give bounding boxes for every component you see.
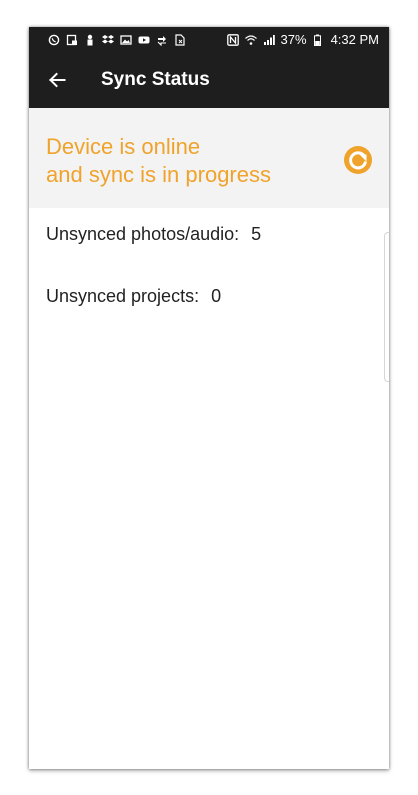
phone-frame: 37% 4:32 PM Sync Status Device is online… — [29, 27, 389, 769]
sync-arrows-icon — [156, 34, 168, 46]
battery-icon — [313, 34, 325, 46]
sync-status-message: Device is online and sync is in progress — [46, 133, 271, 189]
refresh-icon[interactable] — [343, 145, 373, 175]
unsynced-photos-label: Unsynced photos/audio: — [46, 223, 240, 244]
back-arrow-icon — [49, 72, 66, 88]
clock: 4:32 PM — [330, 32, 379, 47]
sync-status-line-1: Device is online — [46, 134, 201, 159]
unsynced-projects-label: Unsynced projects: — [46, 285, 200, 306]
battery-percent: 37% — [280, 32, 307, 47]
unsynced-photos-value: 5 — [251, 223, 262, 244]
gallery-icon — [120, 34, 132, 46]
notification-icons — [48, 33, 186, 46]
unsynced-projects-row: Unsynced projects: 0 — [46, 284, 261, 308]
edge-panel-handle[interactable] — [384, 232, 389, 382]
signal-icon — [263, 34, 275, 46]
person-icon — [84, 34, 96, 46]
system-status: 37% 4:32 PM — [226, 32, 379, 47]
app-bar: Sync Status — [29, 52, 389, 108]
screenshot-icon — [66, 34, 78, 46]
back-button[interactable] — [45, 68, 69, 92]
unsynced-projects-value: 0 — [211, 285, 222, 306]
status-bar: 37% 4:32 PM — [29, 27, 389, 52]
youtube-icon — [138, 34, 150, 46]
unsynced-photos-row: Unsynced photos/audio: 5 — [46, 222, 261, 246]
page-title: Sync Status — [101, 69, 210, 90]
sync-stats: Unsynced photos/audio: 5 Unsynced projec… — [46, 222, 261, 308]
dropbox-icon — [102, 34, 114, 46]
screen: 37% 4:32 PM Sync Status Device is online… — [0, 0, 418, 795]
nfc-icon — [226, 33, 239, 46]
whatsapp-icon — [48, 34, 60, 46]
file-icon — [174, 33, 186, 46]
sync-status-banner: Device is online and sync is in progress — [29, 108, 389, 208]
wifi-icon — [244, 34, 257, 46]
sync-status-line-2: and sync is in progress — [46, 162, 271, 187]
